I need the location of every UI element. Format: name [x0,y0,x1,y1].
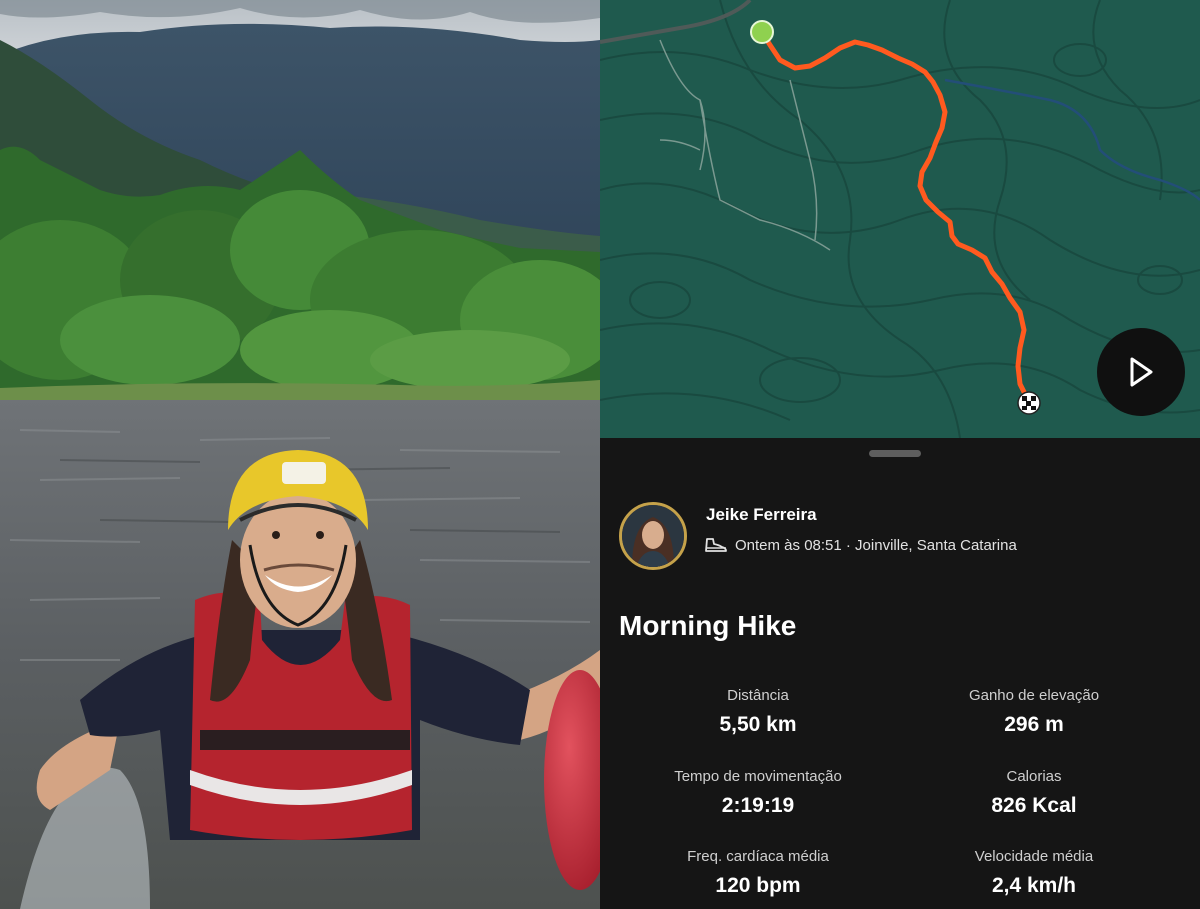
stat-label: Tempo de movimentação [674,768,842,785]
stat-avg-heart-rate: Freq. cardíaca média 120 bpm [608,848,908,898]
stat-label: Freq. cardíaca média [687,848,829,865]
activity-screen: Jeike Ferreira Ontem às 08:51 · Joinvill… [600,0,1200,909]
stat-value: 2,4 km/h [991,874,1077,897]
activity-meta: Ontem às 08:51 · Joinville, Santa Catari… [704,536,1017,554]
stat-value: 2:19:19 [721,794,795,817]
activity-date-location: Ontem às 08:51 · Joinville, Santa Catari… [735,536,1017,554]
hiking-shoe-icon [705,538,727,552]
activity-title: Morning Hike [619,610,797,641]
play-button[interactable] [1097,328,1185,416]
stat-value: 296 m [1004,713,1064,736]
stat-value: 120 bpm [715,874,801,897]
stat-value: 826 Kcal [991,794,1077,817]
checkered-flag-icon [1017,391,1041,415]
stat-label: Ganho de elevação [968,687,1100,704]
stat-calories: Calorias 826 Kcal [884,768,1184,818]
stat-label: Calorias [1006,768,1062,785]
stat-distance: Distância 5,50 km [608,687,908,737]
route-map[interactable] [600,0,1200,438]
stat-label: Distância [727,687,789,704]
activity-details-sheet: Jeike Ferreira Ontem às 08:51 · Joinvill… [600,438,1200,909]
avatar[interactable] [619,502,687,570]
drag-handle[interactable] [869,450,921,457]
play-icon [1130,357,1153,387]
stat-elevation-gain: Ganho de elevação 296 m [884,687,1184,737]
stat-value: 5,50 km [719,713,797,736]
start-marker-icon [750,20,774,44]
stat-avg-speed: Velocidade média 2,4 km/h [884,848,1184,898]
stat-label: Velocidade média [974,848,1094,865]
athlete-name[interactable]: Jeike Ferreira [706,505,817,525]
stat-moving-time: Tempo de movimentação 2:19:19 [608,768,908,818]
activity-photo[interactable] [0,0,600,909]
